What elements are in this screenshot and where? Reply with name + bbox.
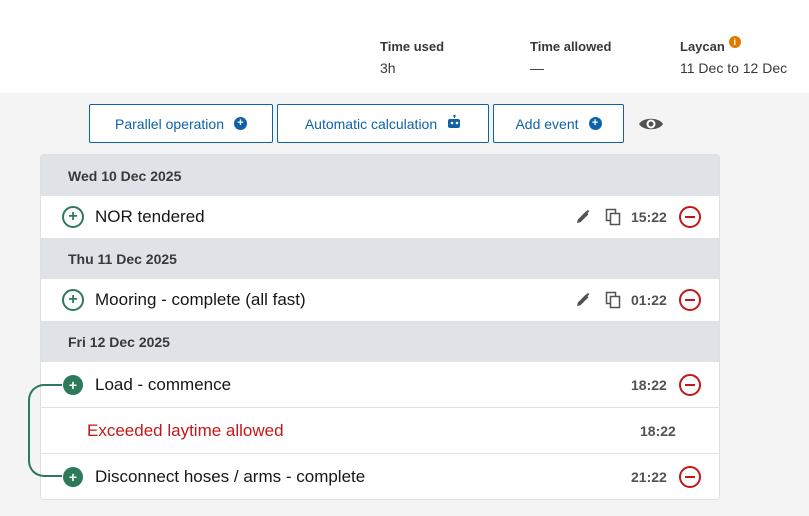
time-used-label: Time used: [380, 38, 445, 54]
copy-icon[interactable]: [603, 290, 623, 310]
time-allowed-label: Time allowed: [530, 38, 612, 54]
time-used-stat: Time used 3h: [380, 38, 445, 77]
time-allowed-value: —: [530, 60, 544, 76]
event-name: Load - commence: [95, 374, 232, 394]
warning-time: 18:22: [640, 422, 676, 439]
remove-event-icon[interactable]: [679, 466, 701, 488]
summary-header: Time used 3h Time allowed — Laycan i 11 …: [0, 0, 809, 93]
add-subevent-icon[interactable]: +: [62, 289, 84, 311]
event-name: Disconnect hoses / arms - complete: [95, 467, 366, 486]
add-subevent-icon[interactable]: +: [63, 374, 83, 395]
event-row: + Mooring - complete (all fast) 01:22: [41, 279, 719, 322]
parallel-operation-button[interactable]: Parallel operation +: [89, 104, 273, 143]
toolbar: Parallel operation + Automatic calculati…: [89, 104, 664, 143]
date-header: Wed 10 Dec 2025: [41, 155, 719, 196]
time-used-value: 3h: [380, 60, 396, 76]
parallel-operation-label: Parallel operation: [115, 115, 224, 132]
laycan-label-wrap: Laycan i: [680, 36, 787, 54]
warning-row: Exceeded laytime allowed 18:22: [41, 408, 719, 454]
event-row: + Disconnect hoses / arms - complete 21:…: [41, 454, 719, 499]
add-event-label: Add event: [515, 115, 579, 132]
event-time: 01:22: [631, 292, 667, 308]
remove-event-icon[interactable]: [679, 373, 701, 396]
date-header: Thu 11 Dec 2025: [41, 239, 719, 279]
automatic-calculation-button[interactable]: Automatic calculation: [277, 104, 489, 143]
eye-icon[interactable]: [638, 114, 664, 134]
event-time: 21:22: [631, 469, 667, 485]
info-icon[interactable]: i: [728, 36, 741, 48]
add-event-button[interactable]: Add event +: [493, 104, 624, 143]
laycan-label: Laycan: [680, 38, 725, 54]
pencil-icon[interactable]: [573, 290, 593, 310]
event-row: + NOR tendered 15:22: [41, 196, 719, 239]
remove-event-icon[interactable]: [679, 206, 701, 228]
date-header: Fri 12 Dec 2025: [41, 322, 719, 362]
add-subevent-icon[interactable]: +: [63, 467, 83, 487]
laycan-value: 11 Dec to 12 Dec: [680, 60, 788, 76]
copy-icon[interactable]: [603, 207, 623, 227]
parallel-link-bracket: [28, 384, 62, 477]
plus-circle-icon: +: [588, 117, 602, 130]
add-subevent-icon[interactable]: +: [62, 206, 84, 228]
automatic-calculation-label: Automatic calculation: [304, 115, 438, 132]
events-panel: Wed 10 Dec 2025 + NOR tendered 15:22 Thu…: [40, 154, 720, 500]
time-allowed-stat: Time allowed —: [530, 38, 612, 77]
event-time: 18:22: [631, 376, 667, 393]
laycan-stat: Laycan i 11 Dec to 12 Dec: [680, 36, 788, 76]
pencil-icon[interactable]: [573, 207, 593, 227]
event-time: 15:22: [631, 209, 667, 225]
robot-icon: [447, 114, 461, 132]
remove-event-icon[interactable]: [679, 289, 701, 311]
event-name: NOR tendered: [95, 207, 205, 226]
event-name: Mooring - complete (all fast): [95, 290, 306, 309]
event-row: + Load - commence 18:22: [41, 362, 719, 408]
laytime-warning: Exceeded laytime allowed: [87, 420, 284, 440]
plus-circle-icon: +: [233, 117, 247, 130]
